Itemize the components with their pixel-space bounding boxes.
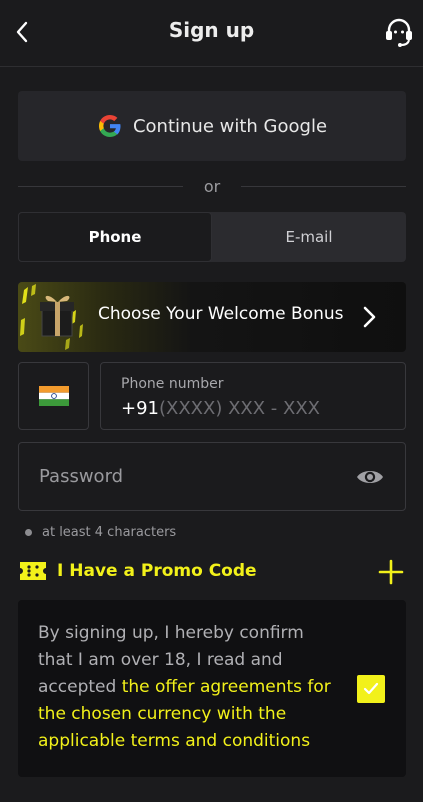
google-icon	[98, 115, 121, 137]
phone-number-placeholder: (XXXX) XXX - XXX	[159, 398, 321, 419]
phone-number-input[interactable]: +91(XXXX) XXX - XXX	[121, 398, 320, 419]
ticket-icon	[20, 562, 46, 580]
header: Sign up	[0, 0, 423, 67]
country-code-selector[interactable]	[18, 362, 89, 430]
or-divider: or	[18, 176, 406, 198]
welcome-bonus-banner[interactable]: Choose Your Welcome Bonus	[18, 282, 406, 352]
eye-icon[interactable]	[355, 463, 385, 491]
or-text: or	[203, 177, 221, 196]
password-placeholder: Password	[39, 466, 124, 487]
tab-phone[interactable]: Phone	[18, 212, 212, 262]
phone-country-code: +91	[121, 398, 159, 419]
bullet-dot	[25, 529, 32, 536]
headset-icon	[386, 18, 412, 47]
phone-number-field[interactable]: Phone number +91(XXXX) XXX - XXX	[100, 362, 406, 430]
welcome-bonus-label: Choose Your Welcome Bonus	[98, 304, 344, 324]
signup-method-tabs: Phone E-mail	[18, 212, 406, 262]
password-hint-text: at least 4 characters	[42, 525, 177, 540]
tab-email[interactable]: E-mail	[212, 212, 406, 262]
plus-icon[interactable]	[376, 557, 406, 587]
promo-code-toggle[interactable]: I Have a Promo Code	[18, 556, 406, 588]
india-flag-icon	[38, 386, 69, 406]
chevron-right-icon	[363, 306, 376, 328]
terms-box: By signing up, I hereby confirm that I a…	[18, 600, 406, 777]
page-title: Sign up	[168, 18, 255, 42]
password-field[interactable]: Password	[18, 442, 406, 511]
google-button-label: Continue with Google	[132, 115, 328, 137]
checkmark-icon	[363, 682, 379, 695]
terms-checkbox[interactable]	[357, 675, 385, 703]
terms-text: By signing up, I hereby confirm that I a…	[38, 620, 343, 755]
phone-number-label: Phone number	[121, 376, 224, 392]
continue-with-google-button[interactable]: Continue with Google	[18, 91, 406, 161]
support-button[interactable]	[383, 16, 415, 48]
promo-code-label: I Have a Promo Code	[57, 561, 257, 581]
password-hint: at least 4 characters	[25, 525, 176, 540]
gift-icon	[20, 284, 83, 350]
